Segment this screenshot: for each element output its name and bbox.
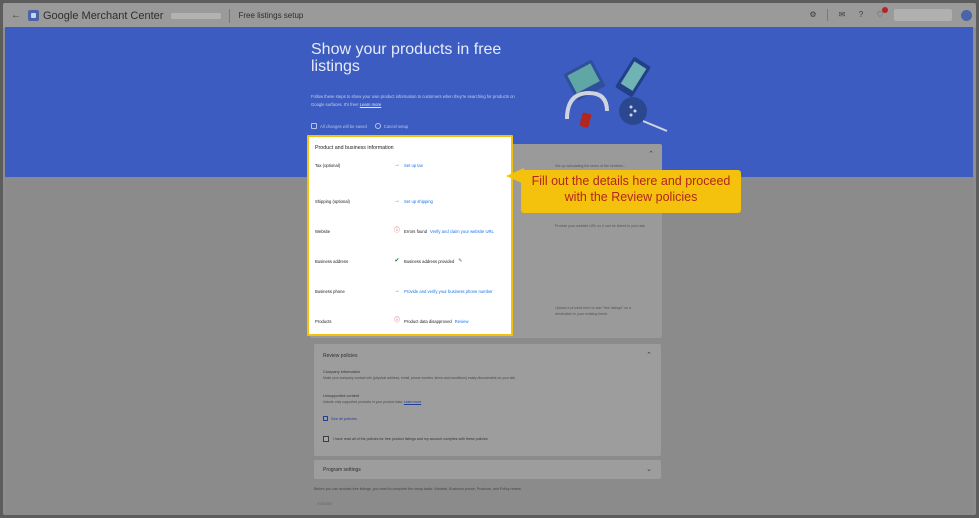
activate-button[interactable]: Activate (317, 501, 332, 506)
company-info-heading: Company information (323, 369, 360, 374)
cancel-setup-label: Cancel setup (383, 123, 409, 129)
row-label: Tax (optional) (315, 162, 341, 168)
tax-row[interactable]: Tax (optional) → Set up tax (315, 160, 511, 170)
verify-website-link[interactable]: Verify and claim your website URL (430, 229, 494, 234)
side-note: Upload a product feed or add "free listi… (555, 306, 632, 317)
company-info-text: Make your company contact info (physical… (323, 376, 516, 380)
divider (229, 8, 231, 23)
error-icon: ⓘ (393, 228, 400, 234)
products-row[interactable]: Products ⓘ Product data disapproved Revi… (315, 316, 511, 326)
row-label: Business phone (315, 288, 345, 294)
product-business-info-panel: Product and business information Tax (op… (307, 135, 513, 336)
brand-name: Google Merchant Center (43, 9, 164, 22)
close-circle-icon (374, 123, 381, 129)
check-circle-icon: ✔ (394, 258, 400, 264)
cancel-setup-button[interactable]: Cancel setup (374, 123, 409, 129)
hero-subtitle-text: Follow these steps to show your own prod… (311, 94, 515, 107)
status-text: Errors found (404, 228, 428, 234)
activation-note: Before you can activate free listings, y… (314, 487, 522, 491)
error-icon: ⓘ (393, 318, 400, 324)
gear-icon[interactable]: ⚙ (808, 10, 818, 20)
hero-illustration (564, 57, 668, 132)
set-up-tax-link[interactable]: Set up tax (404, 163, 423, 168)
external-link-icon (323, 416, 328, 421)
row-label: Products (315, 318, 332, 324)
set-up-shipping-link[interactable]: Set up shipping (404, 199, 433, 204)
status-text: Product data disapproved (404, 318, 452, 324)
top-app-bar: ← Google Merchant Center Free listings s… (3, 3, 976, 29)
row-label: Shipping (optional) (315, 198, 350, 204)
business-phone-row[interactable]: Business phone → Provide and verify your… (315, 286, 511, 296)
verify-phone-link[interactable]: Provide and verify your business phone n… (404, 289, 493, 294)
policy-acknowledgement[interactable]: I have read all of the policies for free… (323, 436, 488, 442)
review-products-link[interactable]: Review (455, 319, 469, 324)
app-window: ← Google Merchant Center Free listings s… (3, 3, 976, 515)
unsupported-heading: Unsupported content (323, 393, 360, 398)
user-name-redacted (894, 9, 952, 21)
business-address-row[interactable]: Business address ✔ Business address prov… (315, 256, 511, 266)
hero-title: Show your products in free listings (311, 41, 502, 75)
save-icon (311, 123, 317, 129)
hero-subtitle: Follow these steps to show your own prod… (311, 93, 521, 108)
arrow-left-icon[interactable]: ← (7, 10, 25, 21)
status-text: Business address provided (404, 258, 455, 264)
arrow-right-icon: → (394, 198, 400, 204)
see-all-policies-link[interactable]: See all policies (323, 416, 357, 421)
row-label: Website (315, 228, 331, 234)
phone-icon (615, 57, 651, 97)
chevron-up-icon[interactable]: ⌃ (648, 150, 654, 158)
account-avatar-icon[interactable] (961, 9, 972, 21)
website-row[interactable]: Website ⓘ Errors found Verify and claim … (315, 226, 511, 236)
pencil-icon[interactable]: ✎ (458, 258, 462, 264)
review-policies-card: Review policies ⌃ Company information Ma… (314, 344, 661, 456)
page-title: Free listings setup (238, 11, 304, 20)
chevron-down-icon[interactable]: ⌄ (646, 465, 652, 473)
top-bar-actions: ⚙ ✉ ? ♡ (808, 7, 972, 21)
save-note-text: All changes will be saved (320, 123, 367, 129)
merchant-center-logo (28, 10, 39, 21)
notification-badge (882, 7, 888, 13)
side-note: Provide your website URL so it can be li… (555, 224, 645, 228)
learn-more-link[interactable]: Learn more (404, 400, 421, 404)
divider (827, 9, 828, 21)
annotation-callout: Fill out the details here and proceed wi… (521, 170, 741, 213)
unsupported-body: Include only supported products in your … (323, 400, 403, 404)
help-icon[interactable]: ? (856, 10, 866, 20)
acknowledge-checkbox[interactable] (323, 436, 329, 442)
save-note: All changes will be saved (311, 123, 367, 129)
chevron-up-icon[interactable]: ⌃ (646, 351, 652, 359)
see-all-label: See all policies (331, 416, 357, 421)
hero-actions: All changes will be saved Cancel setup (311, 123, 408, 129)
side-note: Set up calculating the taxes of the vehi… (555, 164, 626, 168)
smart-speaker-icon (619, 97, 647, 125)
arrow-right-icon: → (394, 162, 400, 168)
acknowledge-label: I have read all of the policies for free… (333, 437, 488, 441)
account-name-redacted (171, 12, 222, 19)
program-settings-card[interactable]: Program settings ⌄ (314, 460, 661, 479)
shipping-row[interactable]: Shipping (optional) → Set up shipping (315, 196, 511, 206)
arrow-right-icon: → (394, 288, 400, 294)
card-title: Review policies (323, 353, 358, 359)
card-title: Program settings (323, 467, 361, 473)
bell-icon[interactable]: ♡ (875, 7, 888, 20)
row-label: Business address (315, 258, 349, 264)
learn-more-link[interactable]: Learn more (360, 102, 381, 107)
panel-title: Product and business information (315, 145, 394, 151)
unsupported-text: Include only supported products in your … (323, 400, 421, 404)
mail-icon[interactable]: ✉ (837, 10, 847, 20)
